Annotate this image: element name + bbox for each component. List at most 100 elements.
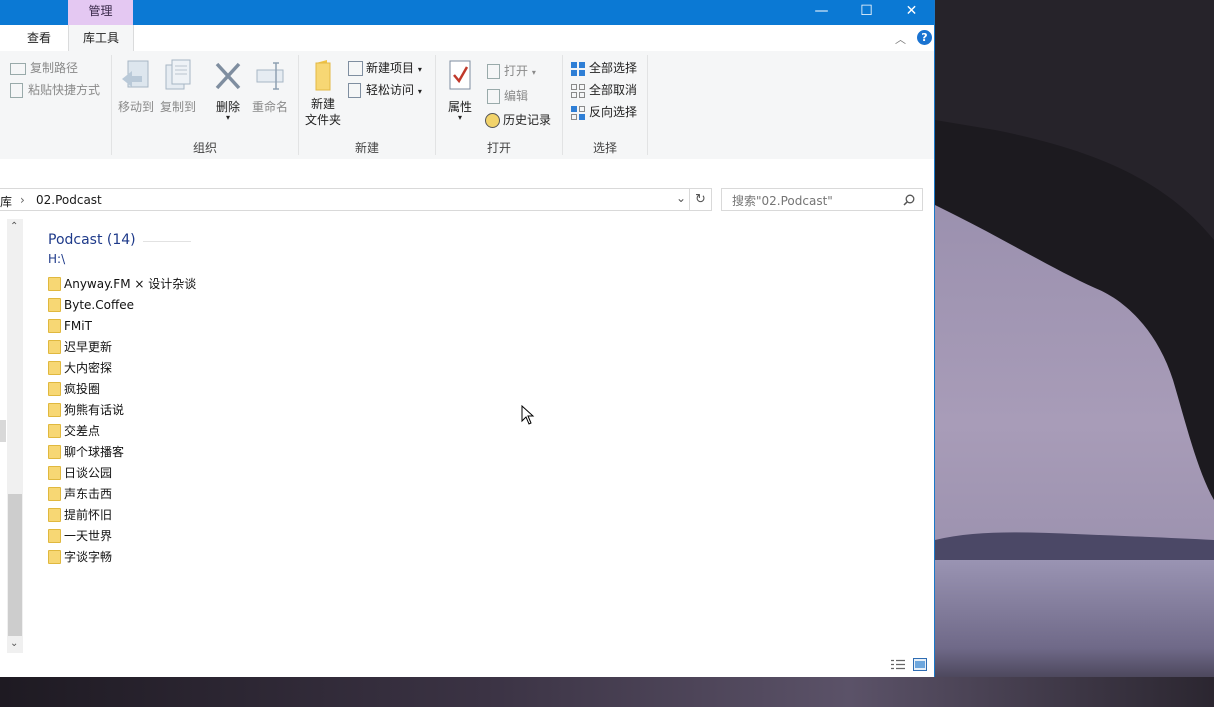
folder-item[interactable]: 狗熊有话说 bbox=[48, 400, 124, 421]
folder-icon bbox=[48, 549, 61, 564]
rename-button[interactable]: 重命名 bbox=[248, 59, 292, 115]
copy-to-icon bbox=[165, 59, 191, 90]
properties-checkmark-icon bbox=[449, 60, 471, 90]
folder-icon bbox=[48, 486, 61, 501]
group-label-organize: 组织 bbox=[192, 141, 217, 155]
copy-path-button[interactable]: 复制路径 bbox=[10, 59, 78, 76]
folder-icon bbox=[48, 423, 61, 438]
group-label-new: 新建 bbox=[354, 141, 379, 155]
history-clock-icon bbox=[485, 113, 500, 128]
folder-icon bbox=[48, 444, 61, 459]
select-none-button[interactable]: 全部取消 bbox=[570, 81, 637, 99]
search-icon[interactable] bbox=[903, 194, 915, 206]
edit-pencil-icon bbox=[487, 89, 500, 104]
invert-selection-button[interactable]: 反向选择 bbox=[570, 103, 637, 121]
folder-item[interactable]: 一天世界 bbox=[48, 526, 112, 547]
folder-name: Anyway.FM × 设计杂谈 bbox=[64, 277, 197, 291]
move-to-icon bbox=[122, 60, 149, 88]
folder-item[interactable]: 提前怀旧 bbox=[48, 505, 112, 526]
new-item-icon bbox=[348, 61, 363, 76]
mouse-cursor-icon bbox=[521, 405, 535, 425]
properties-button[interactable]: 属性 ▾ bbox=[440, 59, 480, 122]
group-header-divider bbox=[143, 241, 191, 242]
context-tab-manage[interactable]: 管理 bbox=[68, 0, 133, 25]
breadcrumb-library[interactable]: 库 bbox=[0, 193, 12, 210]
help-icon[interactable]: ? bbox=[917, 30, 932, 45]
breadcrumb-current[interactable]: 02.Podcast bbox=[36, 193, 102, 207]
folder-name: 日谈公园 bbox=[64, 466, 113, 480]
folder-icon bbox=[48, 276, 61, 291]
folder-icon bbox=[48, 402, 61, 417]
folder-item[interactable]: 迟早更新 bbox=[48, 337, 112, 358]
folder-item[interactable]: Anyway.FM × 设计杂谈 bbox=[48, 274, 196, 295]
folder-item[interactable]: 大内密探 bbox=[48, 358, 112, 379]
breadcrumb-separator-icon[interactable]: › bbox=[20, 193, 25, 207]
desktop-bottom-strip bbox=[0, 677, 1214, 707]
invert-selection-icon bbox=[571, 105, 585, 120]
tab-view[interactable]: 查看 bbox=[14, 25, 64, 51]
folder-item[interactable]: FMiT bbox=[48, 316, 92, 337]
folder-icon bbox=[48, 381, 61, 396]
delete-x-icon bbox=[215, 62, 241, 90]
scroll-up-icon[interactable]: ⌃ bbox=[10, 221, 18, 232]
copy-to-button[interactable]: 复制到 bbox=[158, 59, 198, 115]
group-header-title[interactable]: Podcast (14) bbox=[48, 232, 136, 248]
ribbon-tabs: 查看 库工具 ︿ ? bbox=[0, 25, 934, 52]
delete-button[interactable]: 删除 ▾ bbox=[208, 59, 248, 122]
new-item-button[interactable]: 新建项目 ▾ bbox=[348, 59, 422, 76]
folder-name: 一天世界 bbox=[64, 529, 113, 543]
large-icons-view-icon[interactable] bbox=[913, 658, 927, 671]
address-bar[interactable]: 库 › 02.Podcast ⌄ bbox=[0, 188, 690, 211]
folder-name: FMiT bbox=[64, 319, 92, 333]
maximize-button[interactable]: ☐ bbox=[844, 0, 889, 25]
rename-icon bbox=[256, 62, 284, 90]
group-label-open: 打开 bbox=[486, 141, 511, 155]
details-view-icon[interactable] bbox=[890, 659, 906, 671]
folder-name: 交差点 bbox=[64, 424, 101, 438]
folder-name: 声东击西 bbox=[64, 487, 113, 501]
file-explorer-window: 管理 — ☐ ✕ 查看 库工具 ︿ ? 复制路径 粘贴快捷方式 移动到 复制到 … bbox=[0, 0, 935, 677]
folder-icon bbox=[48, 465, 61, 480]
folder-item[interactable]: 日谈公园 bbox=[48, 463, 112, 484]
search-box[interactable] bbox=[721, 188, 923, 211]
tab-library-tools[interactable]: 库工具 bbox=[68, 25, 134, 52]
folder-icon bbox=[48, 528, 61, 543]
copy-path-icon bbox=[10, 62, 26, 75]
folder-item[interactable]: 疯投圈 bbox=[48, 379, 100, 400]
folder-item[interactable]: 交差点 bbox=[48, 421, 100, 442]
folder-icon bbox=[48, 339, 61, 354]
address-dropdown-chevron-icon[interactable]: ⌄ bbox=[676, 191, 686, 205]
folder-name: 提前怀旧 bbox=[64, 508, 113, 522]
group-header-path: H:\ bbox=[48, 252, 66, 266]
folder-icon bbox=[48, 360, 61, 375]
open-icon bbox=[487, 64, 500, 79]
minimize-button[interactable]: — bbox=[799, 0, 844, 25]
folder-item[interactable]: 字谈字畅 bbox=[48, 547, 112, 568]
folder-icon bbox=[48, 318, 61, 333]
folder-icon bbox=[48, 297, 61, 312]
select-all-button[interactable]: 全部选择 bbox=[570, 59, 637, 77]
paste-shortcut-icon bbox=[10, 83, 23, 98]
paste-shortcut-button[interactable]: 粘贴快捷方式 bbox=[10, 81, 100, 98]
select-all-icon bbox=[571, 61, 585, 76]
left-pane-edge bbox=[0, 420, 6, 442]
easy-access-button[interactable]: 轻松访问 ▾ bbox=[348, 81, 422, 98]
history-button[interactable]: 历史记录 bbox=[485, 111, 551, 128]
scrollbar-thumb[interactable] bbox=[8, 494, 22, 636]
close-button[interactable]: ✕ bbox=[889, 0, 934, 25]
new-folder-button[interactable]: 新建 文件夹 bbox=[302, 59, 344, 128]
folder-name: 大内密探 bbox=[64, 361, 113, 375]
vertical-scrollbar[interactable]: ⌃ ⌄ bbox=[7, 219, 23, 653]
collapse-ribbon-icon[interactable]: ︿ bbox=[895, 31, 906, 47]
refresh-icon[interactable]: ↻ bbox=[690, 188, 712, 211]
edit-button[interactable]: 编辑 bbox=[487, 87, 528, 104]
move-to-button[interactable]: 移动到 bbox=[116, 59, 156, 115]
folder-item[interactable]: 声东击西 bbox=[48, 484, 112, 505]
folder-item[interactable]: 聊个球播客 bbox=[48, 442, 124, 463]
scroll-down-icon[interactable]: ⌄ bbox=[10, 638, 18, 649]
ribbon-separator bbox=[647, 55, 648, 155]
search-input[interactable] bbox=[730, 192, 894, 209]
open-button[interactable]: 打开 ▾ bbox=[487, 62, 536, 79]
folder-name: 迟早更新 bbox=[64, 340, 113, 354]
folder-item[interactable]: Byte.Coffee bbox=[48, 295, 134, 316]
